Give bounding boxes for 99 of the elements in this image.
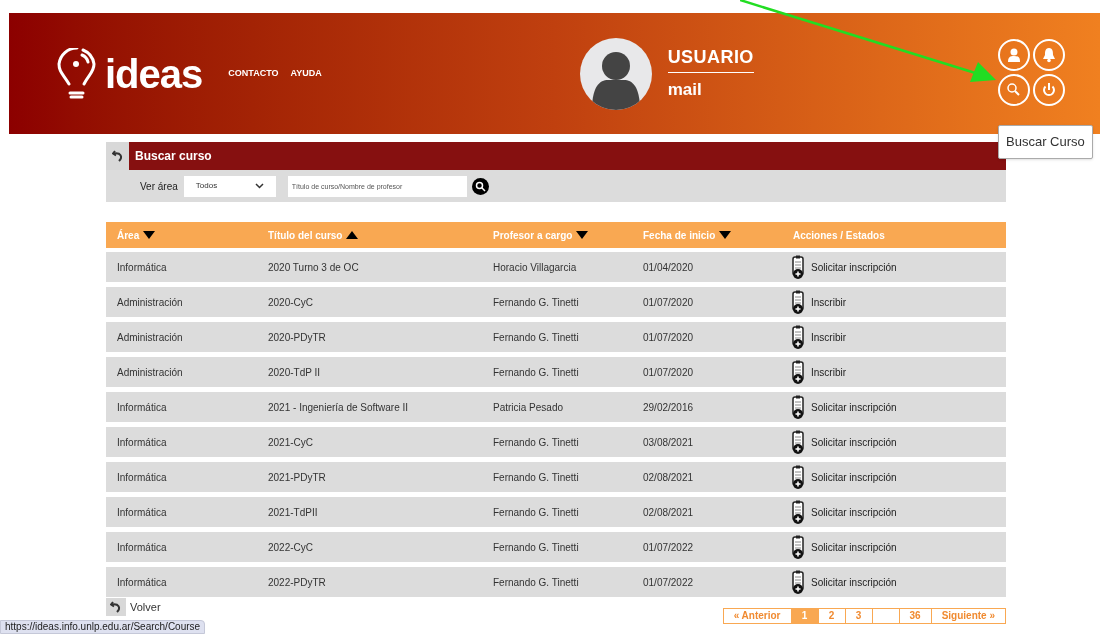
table-cell-text: Fernando G. Tinetti	[493, 575, 580, 590]
table-row[interactable]: Informática 2020 Turno 3 de OC Horacio Villagarcia 01/04/2020 Solicitar inscripción	[106, 252, 1006, 282]
table-row[interactable]: Administración 2020-TdP II Fernando G. Tinetti 01/07/2020 Inscribir	[106, 357, 1006, 387]
search-button[interactable]	[471, 177, 489, 195]
table-cell-text: Informática	[117, 505, 168, 520]
clipboard-add-icon	[790, 359, 806, 385]
table-cell-text: Informática	[117, 435, 168, 450]
clipboard-add-icon	[790, 254, 806, 280]
back-link[interactable]: Volver	[130, 598, 161, 616]
action-link[interactable]: Solicitar inscripción	[811, 469, 897, 485]
action-link[interactable]: Solicitar inscripción	[811, 574, 897, 590]
table-cell-text: Fernando G. Tinetti	[493, 540, 580, 555]
chevron-down-icon	[254, 183, 264, 189]
nav-link[interactable]: AYUDA	[290, 66, 322, 81]
table-cell-text: 2020 Turno 3 de OC	[268, 260, 360, 275]
table-cell-text: 02/08/2021	[643, 505, 695, 520]
table-cell-text: 29/02/2016	[643, 400, 695, 415]
column-header-label: Título del curso	[268, 228, 343, 243]
lightbulb-logo-icon	[57, 47, 97, 100]
action-link[interactable]: Solicitar inscripción	[811, 259, 897, 275]
user-name[interactable]: USUARIO	[667, 44, 754, 74]
clipboard-add-icon	[790, 289, 806, 315]
action-link[interactable]: Solicitar inscripción	[811, 399, 897, 415]
table-cell-text: 2021 - Ingeniería de Software II	[268, 400, 410, 415]
table-cell-text: 2021-PDyTR	[268, 470, 327, 485]
table-row[interactable]: Administración 2020-PDyTR Fernando G. Tinetti 01/07/2020 Inscribir	[106, 322, 1006, 352]
clipboard-add-icon	[790, 499, 806, 525]
action-link[interactable]: Solicitar inscripción	[811, 504, 897, 520]
table-cell-text: Patricia Pesado	[493, 400, 565, 415]
table-cell-text: Informática	[117, 575, 168, 590]
table-cell-text: 2021-TdPII	[268, 505, 319, 520]
logo-text[interactable]: ideas	[105, 53, 203, 94]
search-icon	[474, 180, 486, 192]
bell-button[interactable]	[1033, 39, 1065, 71]
back-button[interactable]	[106, 142, 129, 170]
undo-arrow-icon	[110, 600, 122, 614]
table-cell-text: Fernando G. Tinetti	[493, 470, 580, 485]
clipboard-add-icon	[790, 569, 806, 595]
area-select-value: Todos	[195, 180, 218, 192]
undo-arrow-icon	[111, 149, 124, 163]
table-cell-text: Fernando G. Tinetti	[493, 295, 580, 310]
table-cell-text: 01/07/2020	[643, 365, 695, 380]
user-mail: mail	[667, 79, 703, 102]
table-cell-text: Administración	[117, 295, 184, 310]
status-url-tooltip: https://ideas.info.unlp.edu.ar/Search/Course	[0, 620, 206, 634]
action-link[interactable]: Inscribir	[811, 364, 846, 380]
action-link[interactable]: Solicitar inscripción	[811, 434, 897, 450]
table-cell-text: Informática	[117, 540, 168, 555]
table-cell-text: 2020-TdP II	[268, 365, 322, 380]
power-button[interactable]	[1033, 74, 1065, 106]
action-link[interactable]: Solicitar inscripción	[811, 539, 897, 555]
table-cell-text: Fernando G. Tinetti	[493, 330, 580, 345]
table-cell-text: 01/07/2020	[643, 295, 695, 310]
page-gap-button[interactable]	[871, 608, 900, 624]
table-row[interactable]: Informática 2022-PDyTR Fernando G. Tinetti 01/07/2022 Solicitar inscripción	[106, 567, 1006, 597]
table-cell-text: 01/04/2020	[643, 260, 695, 275]
table-cell-text: 2022-CyC	[268, 540, 315, 555]
area-label: Ver área	[140, 179, 178, 194]
clipboard-add-icon	[790, 464, 806, 490]
column-header-label: Profesor a cargo	[493, 228, 573, 243]
table-cell-text: Administración	[117, 330, 184, 345]
action-link[interactable]: Inscribir	[811, 329, 846, 345]
table-row[interactable]: Informática 2021-TdPII Fernando G. Tinetti 02/08/2021 Solicitar inscripción	[106, 497, 1006, 527]
table-row[interactable]: Administración 2020-CyC Fernando G. Tinetti 01/07/2020 Inscribir	[106, 287, 1006, 317]
clipboard-add-icon	[790, 534, 806, 560]
table-cell-text: Informática	[117, 470, 168, 485]
table-cell-text: Horacio Villagarcia	[493, 260, 578, 275]
tooltip: Buscar Curso	[998, 125, 1093, 159]
table-cell-text: Fernando G. Tinetti	[493, 365, 580, 380]
clipboard-add-icon	[790, 429, 806, 455]
table-cell-text: 2020-CyC	[268, 295, 315, 310]
table-cell-text: 2022-PDyTR	[268, 575, 327, 590]
table-cell-text: 01/07/2022	[643, 540, 695, 555]
column-header-label: Fecha de inicio	[643, 228, 716, 243]
column-header-label: Acciones / Estados	[793, 228, 885, 243]
action-link[interactable]: Inscribir	[811, 294, 846, 310]
table-cell-text: 02/08/2021	[643, 470, 695, 485]
nav-link[interactable]: CONTACTO	[228, 66, 279, 81]
volver-back-button[interactable]	[106, 598, 126, 616]
table-cell-text: 03/08/2021	[643, 435, 695, 450]
table-cell-text: Informática	[117, 260, 168, 275]
table-cell-text: 01/07/2022	[643, 575, 695, 590]
table-cell-text: 01/07/2020	[643, 330, 695, 345]
user-button[interactable]	[998, 39, 1030, 71]
table-cell-text: Fernando G. Tinetti	[493, 505, 580, 520]
clipboard-add-icon	[790, 324, 806, 350]
area-select[interactable]: Todos	[183, 175, 276, 197]
table-cell-text: 2020-PDyTR	[268, 330, 327, 345]
panel-title: Buscar curso	[135, 148, 212, 165]
table-cell-text: Fernando G. Tinetti	[493, 435, 580, 450]
clipboard-add-icon	[790, 394, 806, 420]
table-cell-text: Informática	[117, 400, 168, 415]
table-row[interactable]: Informática 2021 - Ingeniería de Software II Patricia Pesado 29/02/2016 Solicitar inscripción	[106, 392, 1006, 422]
table-row[interactable]: Informática 2021-PDyTR Fernando G. Tinetti 02/08/2021 Solicitar inscripción	[106, 462, 1006, 492]
table-row[interactable]: Informática 2021-CyC Fernando G. Tinetti 03/08/2021 Solicitar inscripción	[106, 427, 1006, 457]
table-row[interactable]: Informática 2022-CyC Fernando G. Tinetti 01/07/2022 Solicitar inscripción	[106, 532, 1006, 562]
column-header-label: Área	[117, 228, 140, 243]
table-cell-text: Administración	[117, 365, 184, 380]
table-cell-text: 2021-CyC	[268, 435, 315, 450]
